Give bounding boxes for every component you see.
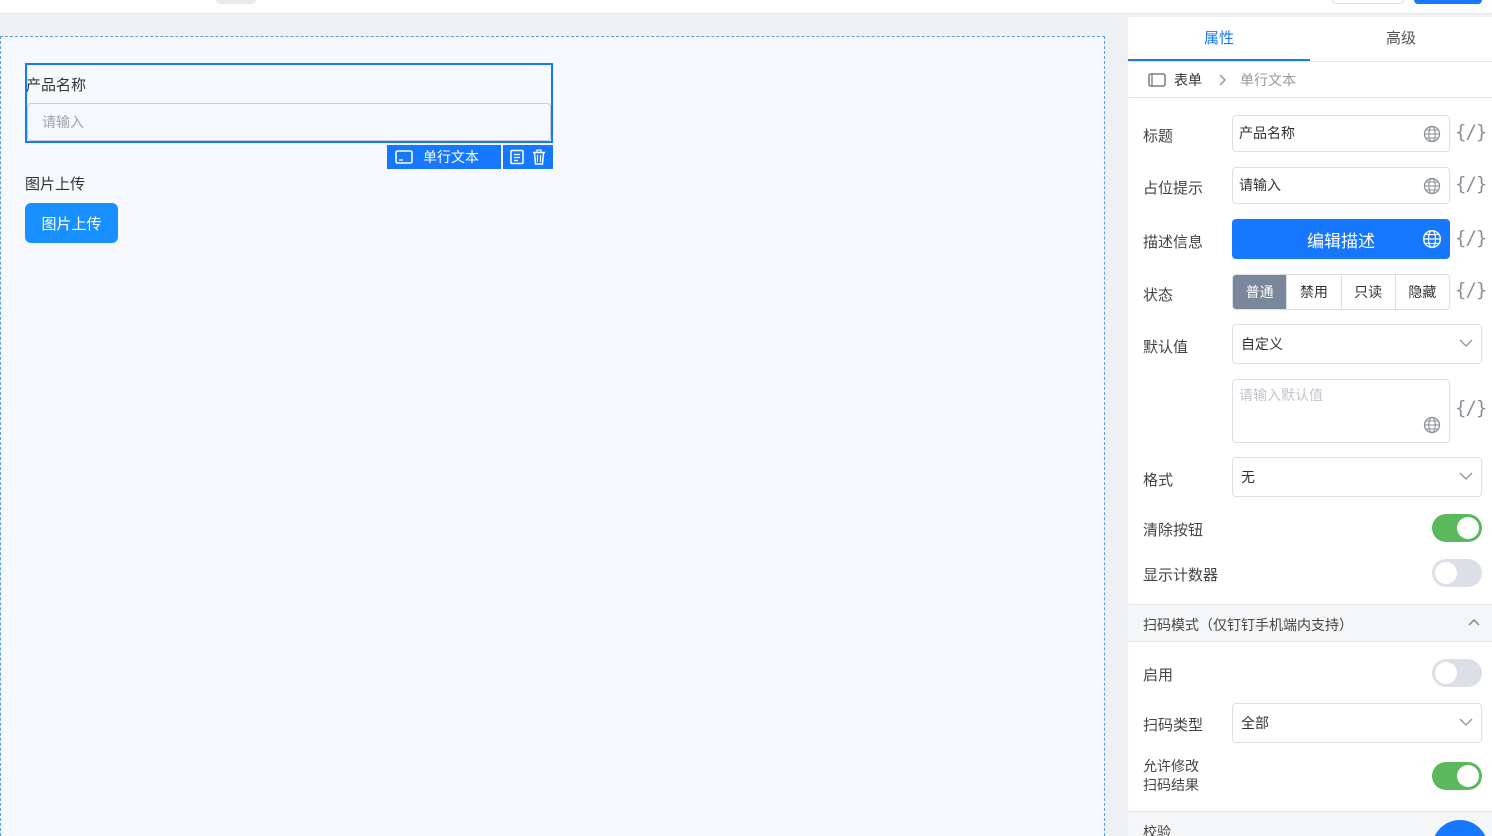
default-value-label: 默认值: [1143, 339, 1189, 356]
globe-icon[interactable]: [1423, 125, 1441, 143]
edit-description-label: 编辑描述: [1307, 231, 1375, 251]
description-label: 描述信息: [1143, 234, 1204, 251]
scan-enable-toggle[interactable]: [1432, 659, 1482, 687]
chevron-down-icon: [1459, 472, 1473, 481]
field-input-preview[interactable]: 请输入: [27, 103, 551, 141]
top-toolbar: [0, 0, 1492, 14]
upload-field-label: 图片上传: [25, 176, 86, 193]
expression-button[interactable]: {/}: [1455, 173, 1487, 195]
toolbar-secondary-button[interactable]: [1332, 0, 1404, 4]
expression-button[interactable]: {/}: [1455, 279, 1487, 301]
toggle-knob: [1457, 765, 1479, 787]
default-value-input[interactable]: 请输入默认值: [1232, 379, 1450, 443]
chevron-up-icon[interactable]: [1468, 618, 1480, 626]
field-type-label: 单行文本: [423, 149, 479, 165]
breadcrumb-root[interactable]: 表单: [1174, 70, 1202, 90]
edit-description-button[interactable]: 编辑描述: [1232, 219, 1450, 259]
state-segmented-control: 普通 禁用 只读 隐藏: [1232, 274, 1450, 310]
toolbar-tab-stub[interactable]: [216, 0, 256, 4]
format-selected: 无: [1241, 469, 1255, 485]
input-box-icon: [395, 150, 413, 164]
placeholder-input-value: 请输入: [1239, 177, 1281, 193]
toolbar-primary-button[interactable]: [1414, 0, 1482, 4]
default-value-placeholder: 请输入默认值: [1239, 387, 1323, 403]
toggle-knob: [1435, 662, 1457, 684]
field-toolbar: 单行文本: [387, 145, 553, 169]
breadcrumb: 表单 单行文本: [1128, 62, 1492, 98]
placeholder-input[interactable]: 请输入: [1232, 167, 1450, 204]
placeholder-label: 占位提示: [1143, 180, 1204, 197]
title-input[interactable]: 产品名称: [1232, 115, 1450, 152]
properties-panel: 属性 高级 表单 单行文本 标题 产品名称 {/} 占位提示 请输入 {/} 描…: [1128, 17, 1492, 836]
allow-edit-toggle[interactable]: [1432, 762, 1482, 790]
expression-button[interactable]: {/}: [1455, 121, 1487, 143]
format-label: 格式: [1143, 472, 1174, 489]
state-option-disabled[interactable]: 禁用: [1286, 275, 1340, 309]
expression-button[interactable]: {/}: [1455, 227, 1487, 249]
scan-type-selected: 全部: [1241, 715, 1269, 731]
trash-icon[interactable]: [531, 149, 547, 165]
show-counter-toggle[interactable]: [1432, 559, 1482, 587]
tab-properties[interactable]: 属性: [1128, 17, 1310, 61]
state-option-hidden[interactable]: 隐藏: [1394, 275, 1449, 309]
globe-icon[interactable]: [1422, 229, 1442, 249]
globe-icon[interactable]: [1423, 416, 1441, 434]
expression-button[interactable]: {/}: [1455, 397, 1487, 419]
form-icon: [1148, 72, 1166, 87]
breadcrumb-current: 单行文本: [1240, 71, 1296, 88]
scan-enable-label: 启用: [1143, 667, 1174, 684]
state-option-readonly[interactable]: 只读: [1340, 275, 1395, 309]
form-canvas[interactable]: 产品名称 请输入 单行文本 图片上传 图片上传: [0, 36, 1105, 836]
validation-section-title: 校验: [1143, 824, 1171, 836]
show-counter-label: 显示计数器: [1143, 567, 1219, 584]
field-actions: [503, 145, 553, 169]
scan-mode-section-header[interactable]: 扫码模式（仅钉钉手机端内支持）: [1128, 604, 1492, 642]
scan-mode-section-title: 扫码模式（仅钉钉手机端内支持）: [1143, 617, 1353, 633]
format-select[interactable]: 无: [1232, 457, 1482, 497]
default-value-select[interactable]: 自定义: [1232, 324, 1482, 364]
tab-advanced[interactable]: 高级: [1310, 17, 1492, 61]
scan-type-label: 扫码类型: [1143, 717, 1204, 734]
image-upload-button[interactable]: 图片上传: [25, 203, 118, 243]
chevron-right-icon: [1219, 73, 1227, 86]
chevron-down-icon: [1459, 718, 1473, 727]
field-type-tag: 单行文本: [387, 145, 501, 169]
panel-tabs: 属性 高级: [1128, 17, 1492, 62]
allow-edit-label-line1: 允许修改: [1143, 758, 1199, 774]
chevron-down-icon: [1459, 339, 1473, 348]
default-value-selected: 自定义: [1241, 336, 1283, 352]
clear-button-label: 清除按钮: [1143, 522, 1204, 539]
title-input-value: 产品名称: [1239, 125, 1295, 141]
title-label: 标题: [1143, 128, 1174, 145]
toggle-knob: [1435, 562, 1457, 584]
state-option-normal[interactable]: 普通: [1233, 275, 1287, 309]
selected-text-field[interactable]: 产品名称 请输入: [25, 63, 553, 143]
state-label: 状态: [1143, 287, 1174, 304]
scan-type-select[interactable]: 全部: [1232, 703, 1482, 743]
allow-edit-label-line2: 扫码结果: [1143, 777, 1199, 793]
toggle-knob: [1457, 517, 1479, 539]
clear-button-toggle[interactable]: [1432, 514, 1482, 542]
globe-icon[interactable]: [1423, 177, 1441, 195]
copy-icon[interactable]: [509, 149, 525, 165]
field-label: 产品名称: [26, 77, 87, 94]
allow-edit-label: 允许修改 扫码结果: [1143, 757, 1199, 795]
